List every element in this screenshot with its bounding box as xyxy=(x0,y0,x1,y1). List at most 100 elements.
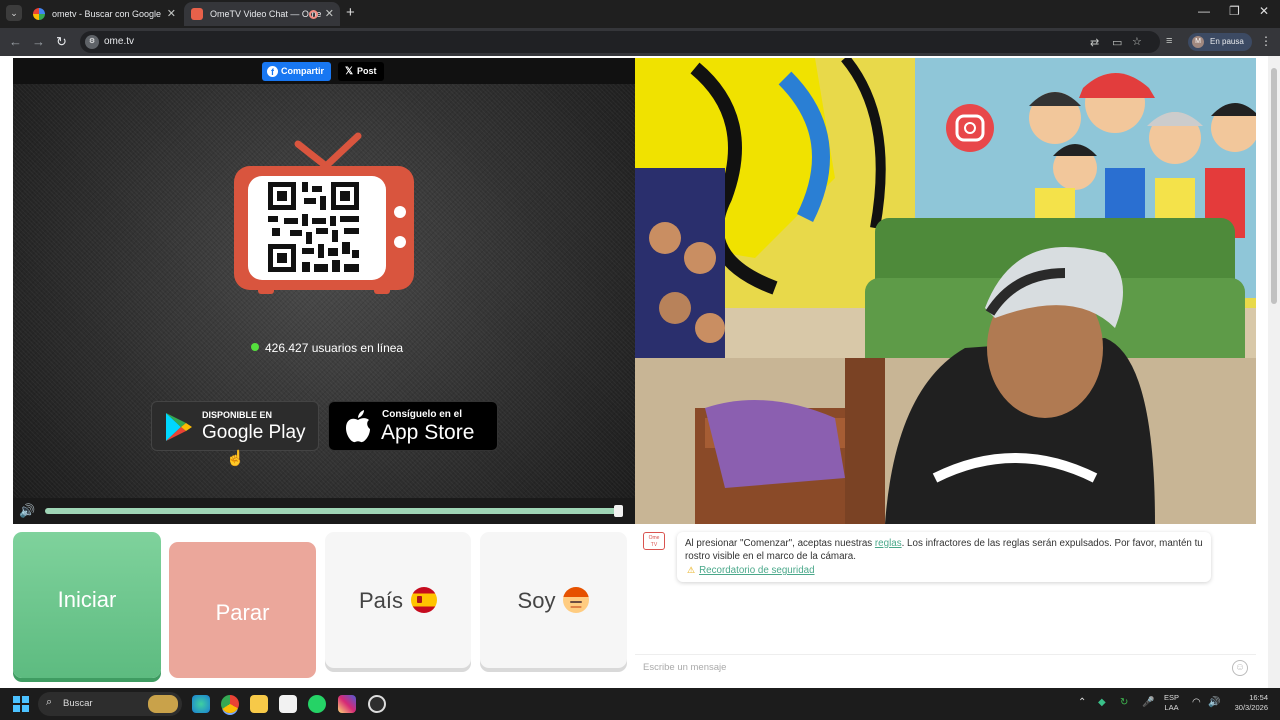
country-button-label: País xyxy=(358,588,404,613)
microsoft-store-icon[interactable] xyxy=(279,695,297,713)
rules-link[interactable]: reglas xyxy=(875,538,902,549)
reload-icon[interactable]: ↻ xyxy=(56,34,67,50)
tray-overflow-icon[interactable]: ⌃ xyxy=(1078,697,1086,708)
x-post-button[interactable]: 𝕏 Post xyxy=(338,62,384,81)
emoji-icon[interactable]: ☺ xyxy=(1232,660,1248,676)
chrome-icon[interactable] xyxy=(221,695,239,713)
instagram-icon[interactable] xyxy=(338,695,356,713)
message-placeholder: Escribe un mensaje xyxy=(643,662,727,673)
forward-icon[interactable]: → xyxy=(32,34,45,49)
wifi-icon[interactable]: ◠ xyxy=(1192,697,1201,708)
url-text: ome.tv xyxy=(104,36,135,47)
minimize-icon[interactable]: — xyxy=(1198,4,1210,18)
message-input[interactable]: Escribe un mensaje ☺ xyxy=(635,654,1256,680)
browser-menu-icon[interactable]: ⋮ xyxy=(1260,34,1272,48)
share-bar: f Compartir 𝕏 Post xyxy=(13,58,635,84)
warning-icon: ⚠ xyxy=(687,565,696,575)
country-label-row: País xyxy=(325,587,471,614)
edge-icon[interactable] xyxy=(192,695,210,713)
rules-text-1: Al presionar "Comenzar", aceptas nuestra… xyxy=(685,538,875,549)
google-play-caption: DISPONIBLE EN xyxy=(202,410,273,420)
x-post-label: Post xyxy=(357,66,377,76)
tab-ometv[interactable]: OmeTV Video Chat — Ome ✕ xyxy=(184,2,340,26)
webcam-feed-image xyxy=(635,58,1256,524)
language-code: ESP xyxy=(1164,693,1180,702)
language-layout: LAA xyxy=(1164,703,1179,712)
online-dot-icon xyxy=(251,343,259,351)
microphone-icon[interactable]: 🎤 xyxy=(1142,697,1154,708)
bookmark-star-icon[interactable]: ☆ xyxy=(1132,35,1142,48)
windows-start-icon[interactable] xyxy=(13,696,29,712)
tab-title: ometv - Buscar con Google xyxy=(52,9,162,19)
page: f Compartir 𝕏 Post 426.427 usuarios en l… xyxy=(0,56,1280,688)
browser-toolbar: ← → ↻ ⚙ ome.tv ⇄ ▭ ☆ ≡ M En pausa ⋮ xyxy=(0,28,1280,56)
tray-sync-icon[interactable]: ↻ xyxy=(1120,697,1128,708)
ometv-icon xyxy=(191,8,203,20)
clock-date: 30/3/2026 xyxy=(1234,703,1268,712)
app-store-button[interactable]: Consíguelo en el App Store xyxy=(328,401,498,451)
profile-status: En pausa xyxy=(1210,37,1244,46)
language-indicator[interactable]: ESP LAA xyxy=(1164,693,1179,713)
google-play-icon xyxy=(166,413,192,441)
tab-title: OmeTV Video Chat — Ome xyxy=(210,9,322,19)
x-icon: 𝕏 xyxy=(345,66,354,77)
volume-slider[interactable] xyxy=(45,505,623,517)
safety-reminder-row: ⚠ Recordatorio de seguridad xyxy=(685,564,1203,577)
stop-button-label: Parar xyxy=(215,600,270,625)
close-window-icon[interactable]: ✕ xyxy=(1259,4,1269,18)
taskbar-search-text: Buscar xyxy=(63,698,93,709)
gender-label-row: Soy xyxy=(480,587,627,614)
speaker-icon[interactable]: 🔊 xyxy=(1208,697,1220,708)
search-highlight-icon xyxy=(148,695,178,713)
app-store-caption: Consíguelo en el xyxy=(382,409,463,420)
tab-google-search[interactable]: ometv - Buscar con Google ✕ xyxy=(26,2,182,26)
facebook-share-button[interactable]: f Compartir xyxy=(262,62,332,81)
start-button[interactable]: Iniciar xyxy=(13,532,161,678)
self-camera-video xyxy=(635,58,1256,524)
spain-flag-icon xyxy=(411,587,438,613)
google-play-button[interactable]: DISPONIBLE EN Google Play xyxy=(151,401,319,451)
system-message: Al presionar "Comenzar", aceptas nuestra… xyxy=(677,532,1211,582)
volume-fill xyxy=(45,508,623,514)
address-bar[interactable]: ⚙ ome.tv ⇄ ▭ ☆ xyxy=(80,31,1160,53)
search-icon: ⌕ xyxy=(46,696,53,708)
clock[interactable]: 16:54 30/3/2026 xyxy=(1226,693,1268,713)
gender-button[interactable]: Soy xyxy=(480,532,627,668)
gender-button-label: Soy xyxy=(517,588,556,613)
whatsapp-icon[interactable] xyxy=(308,695,326,713)
chat-panel: Ome TV Al presionar "Comenzar", aceptas n… xyxy=(635,524,1256,682)
close-tab-icon[interactable]: ✕ xyxy=(325,2,334,26)
volume-handle[interactable] xyxy=(614,505,623,517)
close-tab-icon[interactable]: ✕ xyxy=(167,2,176,26)
country-button[interactable]: País xyxy=(325,532,471,668)
avatar: M xyxy=(1192,36,1204,48)
profile-button[interactable]: M En pausa xyxy=(1188,33,1252,51)
back-icon[interactable]: ← xyxy=(9,34,22,49)
windows-taskbar: ⌕ Buscar ⌃ ◆ ↻ 🎤 ESP LAA ◠ 🔊 16:54 30/3/… xyxy=(0,688,1280,720)
stranger-video-panel: f Compartir 𝕏 Post 426.427 usuarios en l… xyxy=(13,58,635,524)
online-count: 426.427 usuarios en línea xyxy=(265,341,404,355)
page-scrollbar[interactable] xyxy=(1268,56,1280,688)
boy-face-icon xyxy=(563,587,590,613)
scrollbar-thumb[interactable] xyxy=(1271,68,1277,304)
volume-icon[interactable]: 🔊 xyxy=(19,503,35,519)
file-explorer-icon[interactable] xyxy=(250,695,268,713)
site-info-icon[interactable]: ⚙ xyxy=(85,35,99,49)
translate-icon[interactable]: ⇄ xyxy=(1090,36,1099,49)
app-store-label: App Store xyxy=(381,421,475,444)
tab-search-button[interactable]: ⌄ xyxy=(6,5,22,21)
safety-reminder-link[interactable]: Recordatorio de seguridad xyxy=(699,565,814,576)
online-users-status: 426.427 usuarios en línea xyxy=(251,341,403,355)
reading-list-icon[interactable]: ≡ xyxy=(1166,35,1172,47)
recording-icon xyxy=(309,10,318,19)
taskbar-search[interactable]: ⌕ Buscar xyxy=(38,692,182,716)
obs-icon[interactable] xyxy=(368,695,386,713)
google-icon xyxy=(33,8,45,20)
tray-app-icon[interactable]: ◆ xyxy=(1098,697,1106,708)
cast-icon[interactable]: ▭ xyxy=(1112,36,1122,49)
clock-time: 16:54 xyxy=(1249,693,1268,702)
new-tab-button[interactable]: + xyxy=(346,4,355,21)
maximize-icon[interactable]: ❐ xyxy=(1229,4,1240,18)
hand-cursor-icon: ☝ xyxy=(226,450,245,467)
stop-button[interactable]: Parar xyxy=(169,542,316,678)
